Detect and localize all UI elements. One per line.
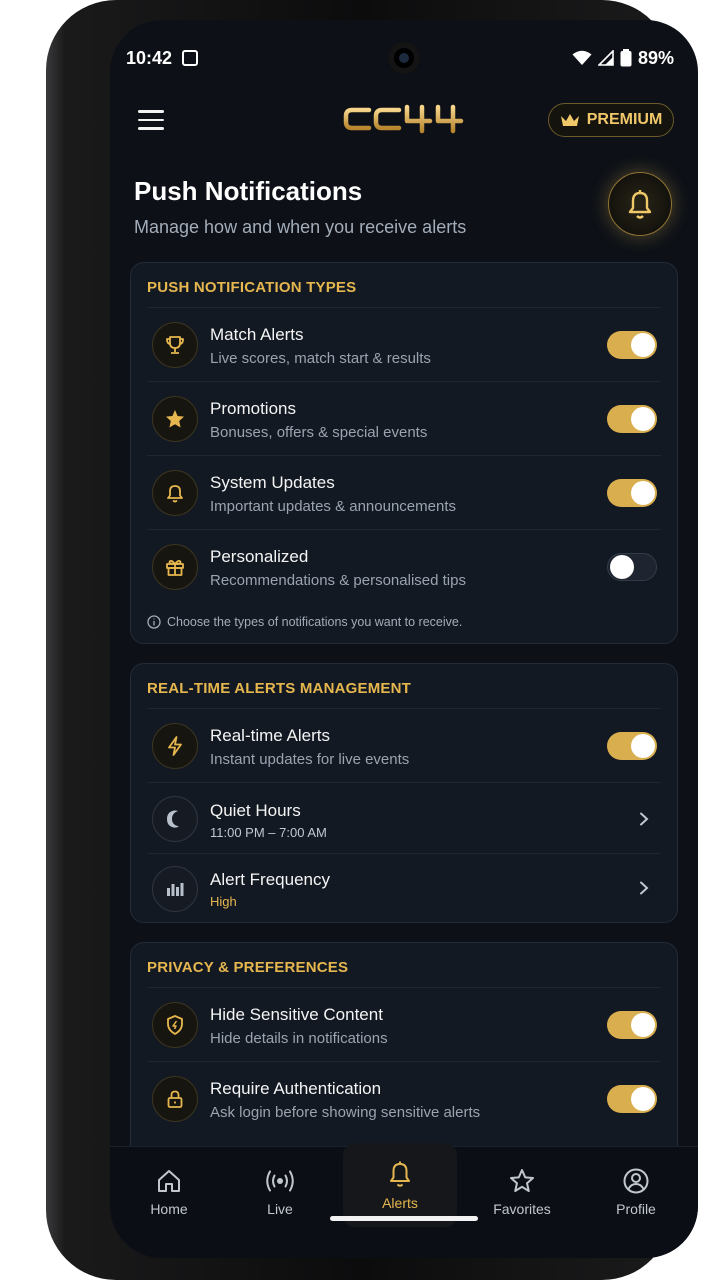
list-item-match-alerts: Match Alerts Live scores, match start & … <box>147 307 661 381</box>
chevron-right-icon <box>640 881 649 895</box>
home-indicator[interactable] <box>330 1216 478 1221</box>
row-title: Hide Sensitive Content <box>210 1005 383 1024</box>
nav-label: Live <box>267 1201 293 1217</box>
home-icon <box>158 1170 180 1192</box>
personalized-toggle[interactable] <box>607 553 657 581</box>
row-title: Alert Frequency <box>210 870 330 889</box>
app-bar: PREMIUM <box>110 100 698 140</box>
lightning-icon <box>152 723 198 769</box>
section-title: PUSH NOTIFICATION TYPES <box>147 279 357 296</box>
nav-profile[interactable]: Profile <box>586 1147 686 1237</box>
list-item-quiet-hours[interactable]: Quiet Hours 11:00 PM – 7:00 AM <box>147 782 661 853</box>
status-bar: 10:42 89% <box>126 46 674 70</box>
list-item-system-updates: System Updates Important updates & annou… <box>147 455 661 529</box>
note-text: Choose the types of notifications you wa… <box>167 615 463 629</box>
list-item-promotions: Promotions Bonuses, offers & special eve… <box>147 381 661 455</box>
battery-icon <box>620 49 632 67</box>
nav-live[interactable]: Live <box>230 1147 330 1237</box>
row-subtitle: Bonuses, offers & special events <box>210 424 428 441</box>
premium-label: PREMIUM <box>586 111 663 128</box>
row-title: Require Authentication <box>210 1079 382 1098</box>
star-icon <box>152 396 198 442</box>
row-title: Personalized <box>210 547 309 566</box>
push-notification-types-card: PUSH NOTIFICATION TYPES Match Alerts Liv… <box>130 262 678 644</box>
real-time-alerts-toggle[interactable] <box>607 732 657 760</box>
row-subtitle: Instant updates for live events <box>210 751 410 768</box>
header-bell-icon <box>608 172 672 236</box>
lock-icon <box>152 1076 198 1122</box>
user-icon <box>623 1168 649 1194</box>
bell-icon <box>152 470 198 516</box>
bar-chart-icon <box>152 866 198 912</box>
nav-label: Profile <box>616 1201 656 1217</box>
page-header: Push Notifications Manage how and when y… <box>134 172 674 256</box>
crown-icon <box>560 114 579 126</box>
row-subtitle: Ask login before showing sensitive alert… <box>210 1104 481 1121</box>
match-alerts-toggle[interactable] <box>607 331 657 359</box>
nav-home[interactable]: Home <box>119 1147 219 1237</box>
premium-button[interactable]: PREMIUM <box>548 103 674 137</box>
status-time: 10:42 <box>126 47 173 68</box>
row-subtitle: Live scores, match start & results <box>210 350 431 367</box>
list-item-alert-frequency[interactable]: Alert Frequency High <box>147 853 661 923</box>
cc44-logo <box>343 104 464 134</box>
row-title: Promotions <box>210 399 296 418</box>
screen: 10:42 89% PREMIUM Push Notifications Man… <box>110 20 698 1258</box>
row-subtitle: Recommendations & personalised tips <box>210 572 466 589</box>
notification-icon <box>182 50 199 66</box>
row-subtitle: 11:00 PM – 7:00 AM <box>210 825 327 840</box>
types-note: Choose the types of notifications you wa… <box>147 615 462 629</box>
require-auth-toggle[interactable] <box>607 1085 657 1113</box>
nav-label: Alerts <box>382 1195 418 1211</box>
row-subtitle: Important updates & announcements <box>210 498 456 515</box>
status-right: 89% <box>572 48 674 69</box>
page-subtitle: Manage how and when you receive alerts <box>134 217 467 237</box>
row-title: Quiet Hours <box>210 801 301 820</box>
row-title: System Updates <box>210 473 335 492</box>
list-item-personalized: Personalized Recommendations & personali… <box>147 529 661 603</box>
row-title: Match Alerts <box>210 325 304 344</box>
battery-level: 89% <box>637 47 674 68</box>
row-subtitle: High <box>210 894 237 909</box>
row-subtitle: Hide details in notifications <box>210 1030 388 1047</box>
row-title: Real-time Alerts <box>210 726 330 745</box>
gift-icon <box>152 544 198 590</box>
signal-icon <box>597 50 614 66</box>
shield-icon <box>152 1002 198 1048</box>
menu-icon[interactable] <box>138 110 164 130</box>
phone-frame: 10:42 89% PREMIUM Push Notifications Man… <box>46 0 698 1280</box>
system-updates-toggle[interactable] <box>607 479 657 507</box>
moon-icon <box>152 796 198 842</box>
nav-alerts[interactable]: Alerts <box>343 1143 457 1227</box>
real-time-alerts-card: REAL-TIME ALERTS MANAGEMENT Real-time Al… <box>130 663 678 923</box>
trophy-icon <box>152 322 198 368</box>
list-item-hide-sensitive-content: Hide Sensitive Content Hide details in n… <box>147 987 661 1061</box>
star-outline-icon <box>510 1169 534 1192</box>
page-title: Push Notifications <box>134 176 363 206</box>
bell-icon <box>390 1161 410 1187</box>
broadcast-icon <box>266 1170 294 1192</box>
list-item-require-authentication: Require Authentication Ask login before … <box>147 1061 661 1135</box>
info-icon <box>147 615 161 629</box>
wifi-icon <box>572 50 592 65</box>
chevron-right-icon <box>640 812 649 826</box>
promotions-toggle[interactable] <box>607 405 657 433</box>
section-title: PRIVACY & PREFERENCES <box>147 959 349 976</box>
section-title: REAL-TIME ALERTS MANAGEMENT <box>147 680 411 697</box>
nav-label: Favorites <box>493 1201 551 1217</box>
nav-label: Home <box>150 1201 188 1217</box>
hide-sensitive-toggle[interactable] <box>607 1011 657 1039</box>
bottom-navigation: Home Live Alerts Favorites Profile <box>110 1143 698 1258</box>
list-item-real-time-alerts: Real-time Alerts Instant updates for liv… <box>147 708 661 782</box>
privacy-preferences-card: PRIVACY & PREFERENCES Hide Sensitive Con… <box>130 942 678 1172</box>
nav-favorites[interactable]: Favorites <box>472 1147 572 1237</box>
